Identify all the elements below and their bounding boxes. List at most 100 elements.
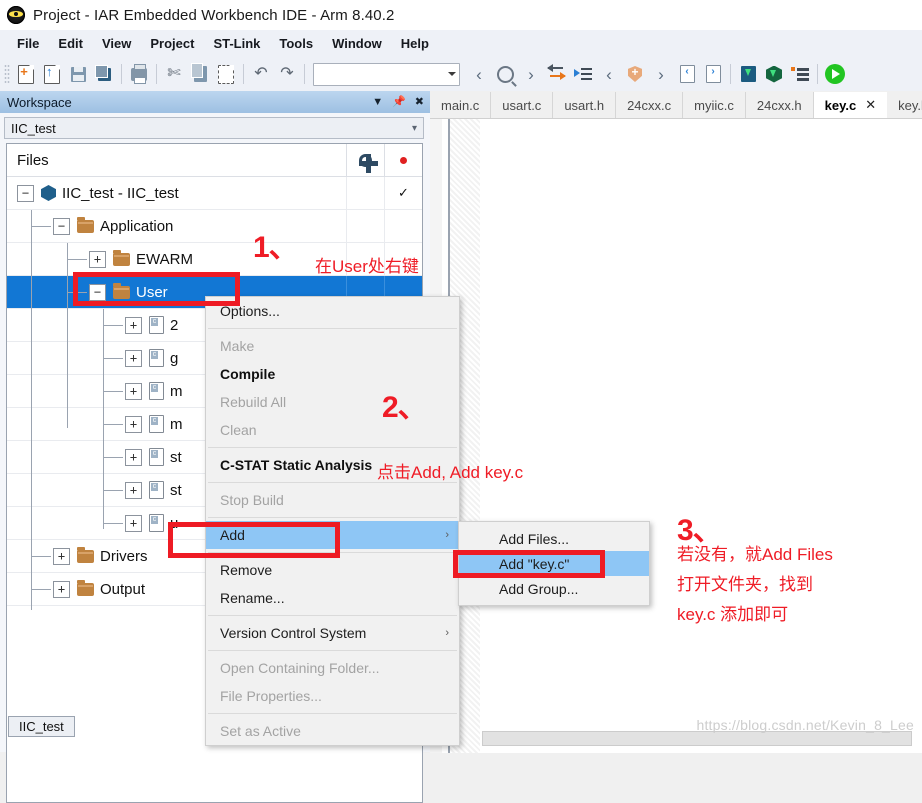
save-icon[interactable] [65,61,91,87]
tree-expander[interactable]: + [125,316,142,334]
tree-item-label: IIC_test - IIC_test [62,184,179,202]
window-title: Project - IAR Embedded Workbench IDE - A… [33,6,395,24]
editor-canvas[interactable]: https://blog.csdn.net/Kevin_8_Lee [430,118,922,753]
tree-expander[interactable]: + [125,382,142,400]
table-row[interactable]: − Application [7,210,422,243]
toolbar-separator [730,64,731,84]
tab-key-c[interactable]: key.c ✕ [813,92,888,118]
menu-separator [208,615,457,616]
run-icon[interactable] [822,61,848,87]
submenu-item-add-group[interactable]: Add Group... [459,576,649,601]
tab-24cxx-h[interactable]: 24cxx.h [745,92,814,118]
folder-icon [77,579,94,596]
tree-expander[interactable]: + [125,514,142,532]
toolbar-grip[interactable] [4,64,10,84]
menu-edit[interactable]: Edit [49,33,92,54]
menu-view[interactable]: View [93,33,140,54]
menu-tools[interactable]: Tools [270,33,322,54]
new-document-icon[interactable]: + [13,61,39,87]
tree-expander[interactable]: + [53,580,70,598]
menu-item-version-control-system[interactable]: Version Control System › [206,619,459,647]
menu-item-options[interactable]: Options... [206,297,459,325]
make-and-restart-icon[interactable] [787,61,813,87]
submenu-item-add-key-c[interactable]: Add "key.c" [459,551,649,576]
editor-tab-bar: main.c usart.c usart.h 24cxx.c myiic.c 2… [430,91,922,118]
tab-24cxx-c[interactable]: 24cxx.c [616,92,684,118]
tree-expander[interactable]: + [89,250,106,268]
tab-usart-c[interactable]: usart.c [491,92,554,118]
redo-icon[interactable]: ↷ [274,61,300,87]
cut-icon[interactable]: ✄ [161,61,187,87]
tree-expander[interactable]: − [53,217,70,235]
dropdown-icon[interactable]: ▼ [372,96,383,108]
open-document-icon[interactable]: ↑ [39,61,65,87]
quick-search-combo[interactable] [313,62,460,86]
navigate-forward-icon[interactable]: › [518,61,544,87]
menu-help[interactable]: Help [392,33,438,54]
toggle-bookmark-icon[interactable] [544,61,570,87]
menu-item-open-containing-folder[interactable]: Open Containing Folder... [206,654,459,682]
tree-expander[interactable]: − [89,283,106,301]
copy-icon[interactable] [187,61,213,87]
previous-error-icon[interactable]: ‹ [674,61,700,87]
iar-app-icon [7,6,25,24]
next-bookmark-icon[interactable]: › [648,61,674,87]
find-icon[interactable] [492,61,518,87]
close-icon[interactable]: ✕ [865,97,876,113]
gear-icon [359,153,378,173]
menu-item-file-properties[interactable]: File Properties... [206,682,459,710]
download-debug-icon[interactable] [735,61,761,87]
menu-window[interactable]: Window [323,33,391,54]
go-to-definition-icon[interactable] [570,61,596,87]
paste-icon[interactable] [213,61,239,87]
toolbar-separator [121,64,122,84]
menu-st-link[interactable]: ST-Link [204,33,269,54]
tab-usart-h[interactable]: usart.h [553,92,617,118]
context-menu: Options... Make Compile Rebuild All Clea… [205,296,460,746]
tab-main-c[interactable]: main.c [430,92,492,118]
tree-expander[interactable]: − [17,184,34,202]
compile-icon[interactable] [622,61,648,87]
menu-item-set-as-active[interactable]: Set as Active [206,717,459,745]
menu-item-make[interactable]: Make [206,332,459,360]
undo-icon[interactable]: ↶ [248,61,274,87]
menu-file[interactable]: File [8,33,48,54]
settings-column-header[interactable] [346,144,384,176]
title-bar: Project - IAR Embedded Workbench IDE - A… [0,0,922,30]
editor-horizontal-scrollbar[interactable] [482,731,912,746]
tree-cell-status: ✓ [384,177,422,209]
next-error-icon[interactable]: › [700,61,726,87]
submenu-item-add-files[interactable]: Add Files... [459,526,649,551]
menu-project[interactable]: Project [141,33,203,54]
tree-item-label: m [170,382,183,400]
menu-separator [208,328,457,329]
watermark-text: https://blog.csdn.net/Kevin_8_Lee [696,717,914,733]
tab-myiic-c[interactable]: myiic.c [683,92,746,118]
workspace-bottom-tab[interactable]: IIC_test [8,716,75,737]
tree-expander[interactable]: + [125,481,142,499]
table-row[interactable]: ✓ − IIC_test - IIC_test [7,177,422,210]
pin-icon[interactable]: 📌 [392,96,406,108]
download-active-app-icon[interactable] [761,61,787,87]
previous-bookmark-icon[interactable]: ‹ [596,61,622,87]
menu-item-add[interactable]: Add › [206,521,459,549]
menu-separator [208,713,457,714]
menu-item-stop-build[interactable]: Stop Build [206,486,459,514]
menu-item-rename[interactable]: Rename... [206,584,459,612]
navigate-back-icon[interactable]: ‹ [466,61,492,87]
print-icon[interactable] [126,61,152,87]
chevron-down-icon: ▾ [411,122,417,134]
menu-separator [208,447,457,448]
tree-expander[interactable]: + [125,415,142,433]
tree-expander[interactable]: + [125,448,142,466]
tab-key-h[interactable]: key.h [887,92,922,118]
menu-separator [208,650,457,651]
tree-expander[interactable]: + [125,349,142,367]
tree-item-label: User [136,283,168,301]
save-all-icon[interactable] [91,61,117,87]
project-selector[interactable]: IIC_test ▾ [4,117,424,139]
c-file-icon: c [149,481,164,499]
close-icon[interactable]: ✖ [415,96,424,108]
menu-item-remove[interactable]: Remove [206,556,459,584]
tree-expander[interactable]: + [53,547,70,565]
